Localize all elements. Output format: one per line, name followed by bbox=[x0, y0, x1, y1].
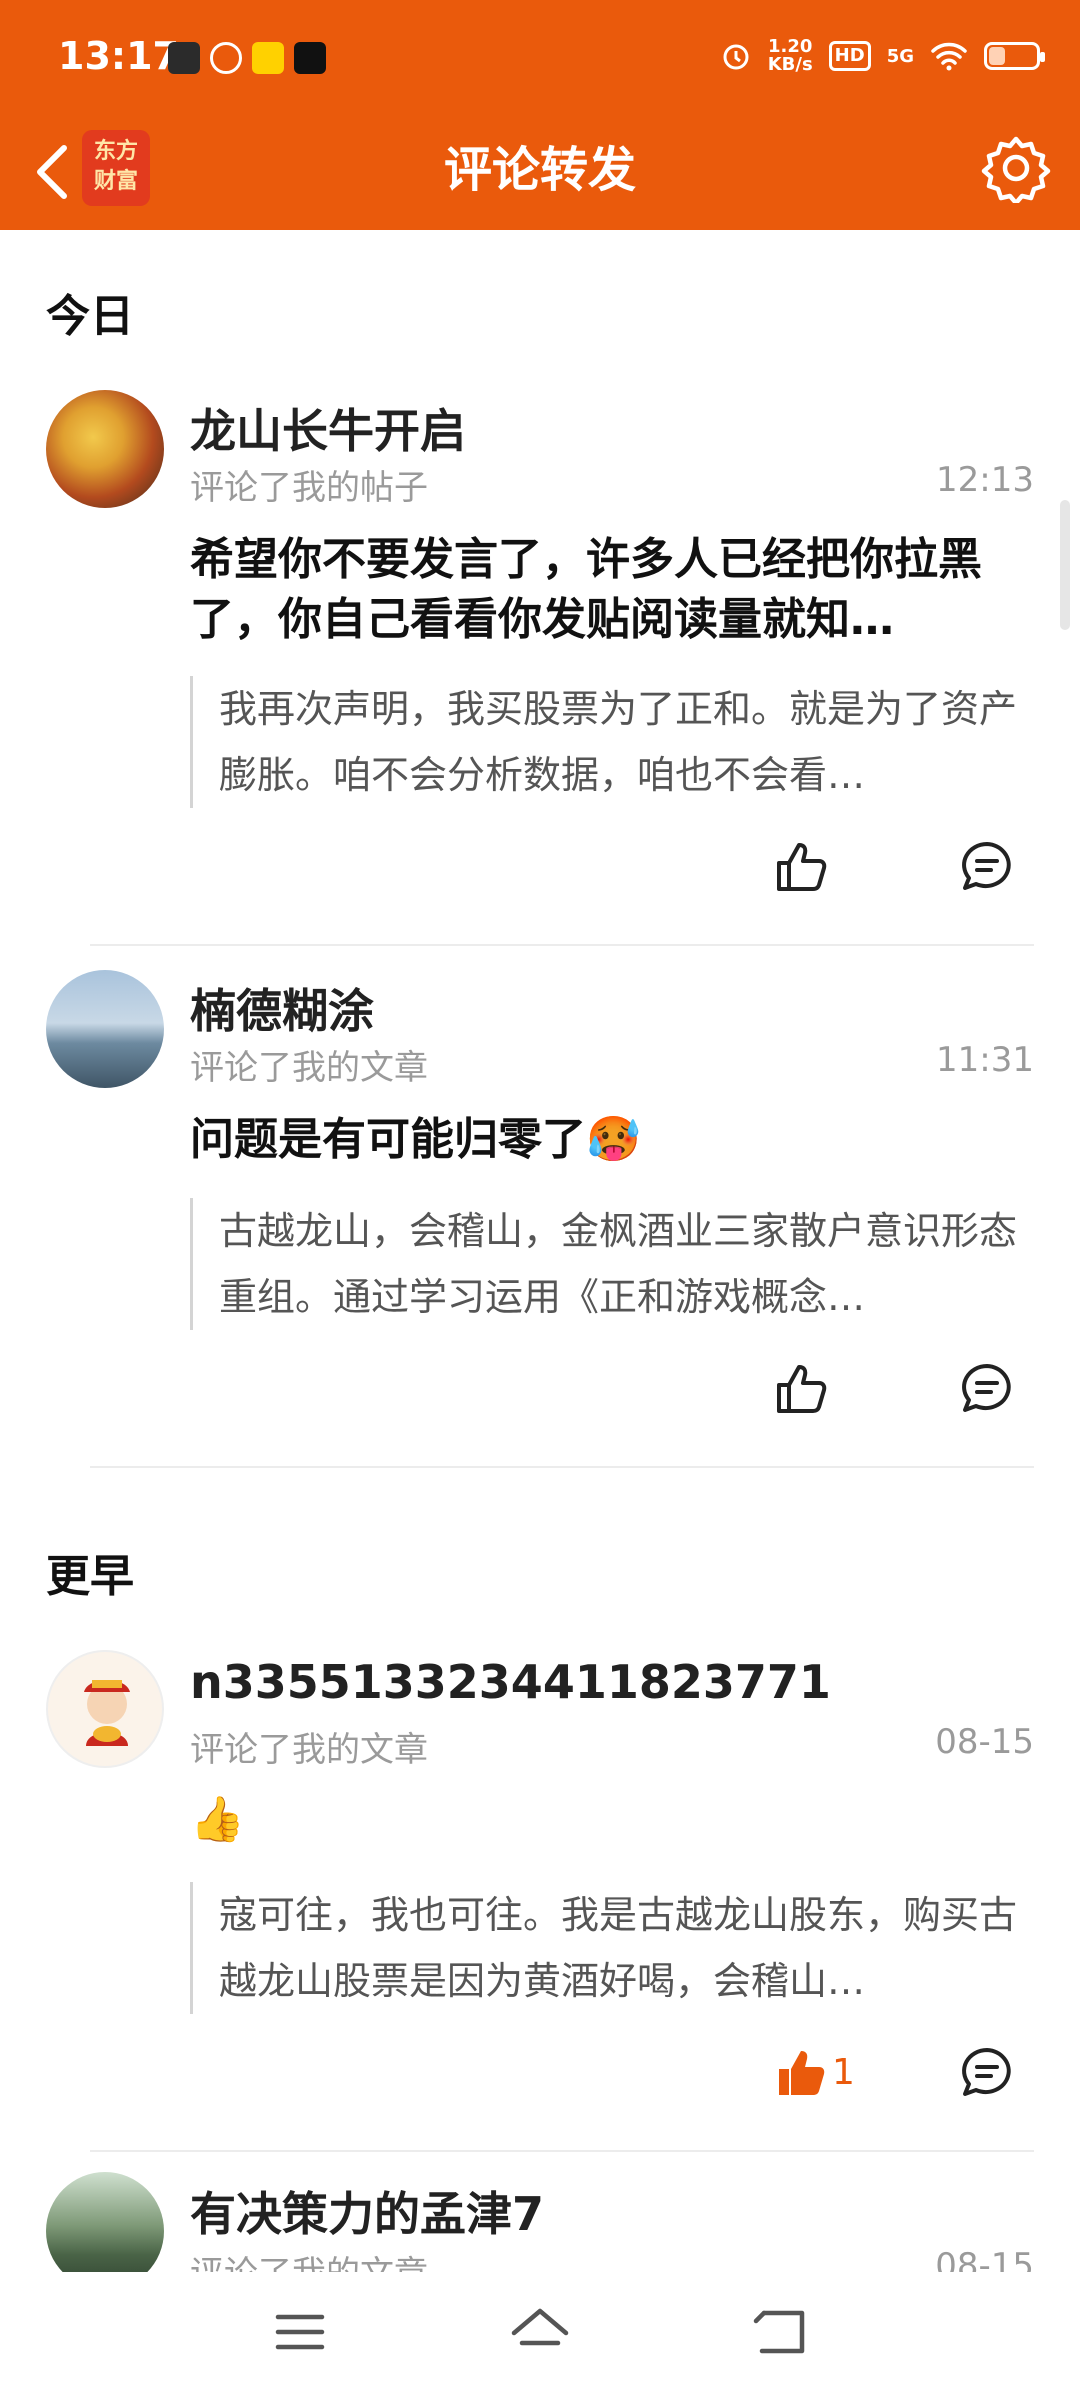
net-speed: 1.20 KB/s bbox=[768, 38, 813, 74]
sweat-emoji: 🥵 bbox=[586, 1114, 641, 1165]
like-count: 1 bbox=[832, 2052, 855, 2093]
back-nav-button[interactable] bbox=[740, 2292, 820, 2372]
reply-text[interactable]: 希望你不要发言了，许多人已经把你拉黑了，你自己看看你发贴阅读量就知… bbox=[190, 530, 1020, 650]
reply-text-content: 问题是有可能归零了 bbox=[190, 1114, 586, 1165]
like-button-active[interactable] bbox=[766, 2038, 836, 2108]
quoted-post[interactable]: 我再次声明，我买股票为了正和。就是为了资产膨胀。咱不会分析数据，咱也不会看… bbox=[190, 676, 1030, 808]
status-right: 1.20 KB/s HD 5G bbox=[720, 38, 1045, 74]
quoted-text: 我再次声明，我买股票为了正和。就是为了资产膨胀。咱不会分析数据，咱也不会看… bbox=[219, 687, 1018, 797]
meituan-app-icon bbox=[252, 42, 284, 74]
comment-icon bbox=[962, 2048, 1011, 2096]
divider bbox=[90, 944, 1034, 946]
home-button[interactable] bbox=[500, 2292, 580, 2372]
battery-icon bbox=[984, 42, 1045, 70]
gear-icon bbox=[981, 136, 1051, 203]
divider bbox=[90, 1466, 1034, 1468]
like-button[interactable] bbox=[766, 832, 836, 902]
page-title: 评论转发 bbox=[443, 142, 636, 198]
status-bar: 13:17 1.20 KB/s HD 5G bbox=[0, 0, 1080, 120]
reply-text[interactable]: 👍 bbox=[190, 1790, 1020, 1850]
fortune-god-avatar-icon bbox=[84, 1680, 130, 1746]
quoted-post[interactable]: 寇可往，我也可往。我是古越龙山股东，购买古越龙山股票是因为黄酒好喝，会稽山… bbox=[190, 1882, 1030, 2014]
net-speed-unit: KB/s bbox=[767, 54, 813, 75]
menu-button[interactable] bbox=[260, 2292, 340, 2372]
hd-badge: HD bbox=[828, 41, 871, 71]
app-header: 13:17 1.20 KB/s HD 5G 东方 财富 评论转发 bbox=[0, 0, 1080, 230]
comment-button[interactable] bbox=[952, 1354, 1022, 1424]
user-name[interactable]: 龙山长牛开启 bbox=[190, 395, 466, 461]
comment-icon bbox=[962, 1364, 1011, 1412]
section-title-earlier: 更早 bbox=[46, 1551, 134, 1602]
quoted-post[interactable]: 古越龙山，会稽山，金枫酒业三家散户意识形态重组。通过学习运用《正和游戏概念… bbox=[190, 1198, 1030, 1330]
thumbs-up-filled-icon bbox=[779, 2051, 825, 2095]
system-nav-bar bbox=[0, 2272, 1080, 2400]
scrollbar[interactable] bbox=[1060, 500, 1070, 630]
action-text: 评论了我的帖子 bbox=[190, 468, 428, 508]
settings-button[interactable] bbox=[974, 126, 1058, 210]
user-name[interactable]: 楠德糊涂 bbox=[190, 975, 374, 1041]
quoted-text: 古越龙山，会稽山，金枫酒业三家散户意识形态重组。通过学习运用《正和游戏概念… bbox=[219, 1209, 1018, 1319]
comment-button[interactable] bbox=[952, 2038, 1022, 2108]
notification-icons bbox=[168, 42, 326, 74]
home-icon bbox=[511, 2308, 569, 2346]
return-icon bbox=[753, 2310, 805, 2354]
nav-bar: 东方 财富 评论转发 bbox=[0, 120, 1080, 230]
user-name[interactable]: 有决策力的孟津7 bbox=[190, 2178, 544, 2244]
reply-text[interactable]: 问题是有可能归零了🥵 bbox=[190, 1110, 1020, 1170]
section-title-today: 今日 bbox=[46, 291, 134, 342]
status-time: 13:17 bbox=[58, 34, 179, 78]
thumbs-up-icon bbox=[777, 1365, 827, 1413]
wifi-icon bbox=[931, 42, 967, 71]
quoted-text: 寇可往，我也可往。我是古越龙山股东，购买古越龙山股票是因为黄酒好喝，会稽山… bbox=[219, 1893, 1018, 2003]
soul-app-icon bbox=[168, 42, 200, 74]
like-button[interactable] bbox=[766, 1354, 836, 1424]
divider bbox=[90, 2150, 1034, 2152]
comment-icon bbox=[962, 842, 1011, 890]
avatar[interactable] bbox=[46, 1650, 164, 1768]
thumbs-up-icon bbox=[777, 843, 827, 891]
alarm-icon bbox=[723, 44, 749, 70]
action-text: 评论了我的文章 bbox=[190, 1730, 428, 1770]
menu-icon bbox=[275, 2314, 325, 2350]
link-app-icon bbox=[210, 42, 242, 74]
tiktok-app-icon bbox=[294, 42, 326, 74]
battery-level bbox=[989, 47, 1006, 65]
timestamp: 08-15 bbox=[935, 1722, 1034, 1762]
timestamp: 12:13 bbox=[936, 460, 1034, 500]
avatar[interactable] bbox=[46, 390, 164, 508]
network-type: 5G bbox=[886, 45, 914, 67]
user-name[interactable]: n3355133234411823771 bbox=[190, 1655, 831, 1709]
comment-button[interactable] bbox=[952, 832, 1022, 902]
action-text: 评论了我的文章 bbox=[190, 1048, 428, 1088]
timestamp: 11:31 bbox=[936, 1040, 1034, 1080]
avatar[interactable] bbox=[46, 970, 164, 1088]
